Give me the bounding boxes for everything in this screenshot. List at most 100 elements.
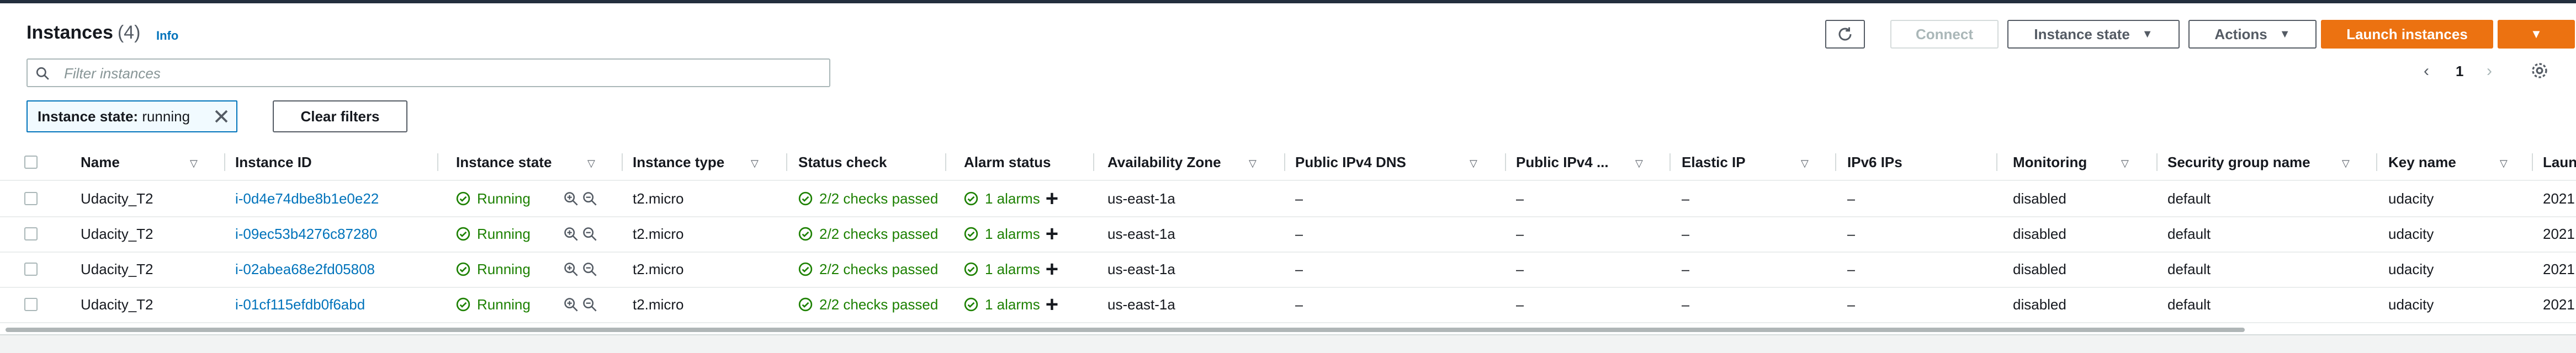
- info-link[interactable]: Info: [156, 29, 178, 43]
- column-divider[interactable]: [1996, 153, 1997, 171]
- add-alarm-icon[interactable]: +: [1046, 188, 1058, 210]
- zoom-out-icon[interactable]: [582, 297, 597, 312]
- column-header-public-ipv4[interactable]: Public IPv4 ...: [1516, 145, 1609, 180]
- table-row[interactable]: Udacity_T2 i-01cf115efdb0f6abd Running t…: [0, 287, 2576, 323]
- launch-instances-button[interactable]: Launch instances: [2321, 20, 2493, 49]
- instance-id-link[interactable]: i-0d4e74dbe8b1e0e22: [235, 181, 379, 216]
- zoom-in-icon[interactable]: [563, 261, 579, 277]
- current-page[interactable]: 1: [2456, 63, 2463, 80]
- sort-icon[interactable]: ▽: [2342, 158, 2350, 169]
- alarm-status[interactable]: 1 alarms +: [964, 287, 1058, 322]
- horizontal-scrollbar[interactable]: [6, 328, 2245, 332]
- clear-filters-button[interactable]: Clear filters: [273, 100, 407, 132]
- column-divider[interactable]: [1835, 153, 1836, 171]
- alarm-status[interactable]: 1 alarms +: [964, 181, 1058, 216]
- instance-state: Running: [456, 181, 531, 216]
- zoom-out-icon[interactable]: [582, 261, 597, 277]
- status-check[interactable]: 2/2 checks passed: [798, 287, 951, 322]
- column-divider[interactable]: [1505, 153, 1506, 171]
- public-ipv4: –: [1516, 225, 1524, 242]
- zoom-in-icon[interactable]: [563, 191, 579, 206]
- row-checkbox[interactable]: [24, 227, 38, 240]
- column-header-ipv6-ips[interactable]: IPv6 IPs: [1847, 145, 1902, 180]
- sort-icon[interactable]: ▽: [190, 158, 198, 169]
- status-check[interactable]: 2/2 checks passed: [798, 181, 951, 216]
- column-divider[interactable]: [1284, 153, 1285, 171]
- alarm-status[interactable]: 1 alarms +: [964, 216, 1058, 252]
- add-alarm-icon[interactable]: +: [1046, 258, 1058, 280]
- column-divider[interactable]: [437, 153, 438, 171]
- close-icon[interactable]: [213, 108, 230, 125]
- sort-icon[interactable]: ▽: [1801, 158, 1809, 169]
- status-check[interactable]: 2/2 checks passed: [798, 216, 951, 252]
- actions-dropdown[interactable]: Actions ▼: [2188, 20, 2317, 49]
- table-row[interactable]: Udacity_T2 i-09ec53b4276c87280 Running t…: [0, 216, 2576, 253]
- column-divider[interactable]: [224, 153, 225, 171]
- zoom-out-icon[interactable]: [582, 226, 597, 242]
- filter-token-key: Instance state:: [38, 108, 139, 125]
- sort-icon[interactable]: ▽: [587, 158, 595, 169]
- launch-time: 2021: [2543, 260, 2575, 277]
- check-circle-icon: [456, 227, 470, 241]
- security-group[interactable]: default: [2167, 252, 2211, 287]
- column-divider[interactable]: [2156, 153, 2158, 171]
- select-all-checkbox[interactable]: [24, 156, 38, 169]
- sort-icon[interactable]: ▽: [2500, 158, 2508, 169]
- column-divider[interactable]: [2532, 153, 2533, 171]
- filter-search-box[interactable]: [26, 58, 830, 87]
- security-group[interactable]: default: [2167, 181, 2211, 216]
- instance-id-link[interactable]: i-01cf115efdb0f6abd: [235, 287, 365, 322]
- filter-input[interactable]: [63, 64, 816, 83]
- column-header-alarm-status[interactable]: Alarm status: [964, 145, 1051, 180]
- column-header-instance-type[interactable]: Instance type: [633, 145, 724, 180]
- column-divider[interactable]: [1093, 153, 1094, 171]
- preferences-button[interactable]: [2530, 61, 2550, 83]
- column-header-status-check[interactable]: Status check: [798, 145, 887, 180]
- connect-button[interactable]: Connect: [1890, 20, 1999, 49]
- sort-icon[interactable]: ▽: [751, 158, 759, 169]
- zoom-out-icon[interactable]: [582, 191, 597, 206]
- security-group[interactable]: default: [2167, 287, 2211, 322]
- column-divider[interactable]: [1669, 153, 1671, 171]
- sort-icon[interactable]: ▽: [2121, 158, 2129, 169]
- sort-icon[interactable]: ▽: [1249, 158, 1257, 169]
- column-header-instance-state[interactable]: Instance state: [456, 145, 552, 180]
- row-checkbox[interactable]: [24, 298, 38, 311]
- column-header-security-group[interactable]: Security group name: [2167, 145, 2310, 180]
- row-checkbox[interactable]: [24, 192, 38, 205]
- add-alarm-icon[interactable]: +: [1046, 293, 1058, 315]
- instance-id-link[interactable]: i-09ec53b4276c87280: [235, 216, 377, 252]
- previous-page-button[interactable]: ‹: [2424, 62, 2429, 81]
- table-row[interactable]: Udacity_T2 i-02abea68e2fd05808 Running t…: [0, 252, 2576, 288]
- column-divider[interactable]: [945, 153, 946, 171]
- column-divider[interactable]: [2376, 153, 2377, 171]
- instance-id-link[interactable]: i-02abea68e2fd05808: [235, 252, 375, 287]
- next-page-button[interactable]: ›: [2487, 62, 2492, 81]
- sort-icon[interactable]: ▽: [1470, 158, 1477, 169]
- launch-instances-dropdown-button[interactable]: ▼: [2498, 20, 2575, 49]
- zoom-in-icon[interactable]: [563, 226, 579, 242]
- column-header-name[interactable]: Name: [81, 145, 120, 180]
- security-group[interactable]: default: [2167, 216, 2211, 252]
- zoom-in-icon[interactable]: [563, 297, 579, 312]
- column-header-availability-zone[interactable]: Availability Zone: [1107, 145, 1221, 180]
- column-divider[interactable]: [622, 153, 623, 171]
- check-circle-icon: [964, 191, 978, 206]
- column-header-public-ipv4-dns[interactable]: Public IPv4 DNS: [1295, 145, 1406, 180]
- add-alarm-icon[interactable]: +: [1046, 223, 1058, 245]
- filter-token: Instance state: running: [26, 100, 237, 132]
- column-divider[interactable]: [786, 153, 787, 171]
- status-check[interactable]: 2/2 checks passed: [798, 252, 951, 287]
- instance-state-dropdown[interactable]: Instance state ▼: [2007, 20, 2180, 49]
- bottom-panel-divider[interactable]: [0, 334, 2576, 353]
- column-header-monitoring[interactable]: Monitoring: [2013, 145, 2087, 180]
- table-row[interactable]: Udacity_T2 i-0d4e74dbe8b1e0e22 Running t…: [0, 181, 2576, 217]
- column-header-instance-id[interactable]: Instance ID: [235, 145, 312, 180]
- refresh-button[interactable]: [1825, 20, 1865, 49]
- sort-icon[interactable]: ▽: [1635, 158, 1643, 169]
- column-header-key-name[interactable]: Key name: [2388, 145, 2456, 180]
- column-header-elastic-ip[interactable]: Elastic IP: [1682, 145, 1746, 180]
- column-header-launch-time[interactable]: Laun: [2543, 145, 2576, 180]
- alarm-status[interactable]: 1 alarms +: [964, 252, 1058, 287]
- row-checkbox[interactable]: [24, 263, 38, 276]
